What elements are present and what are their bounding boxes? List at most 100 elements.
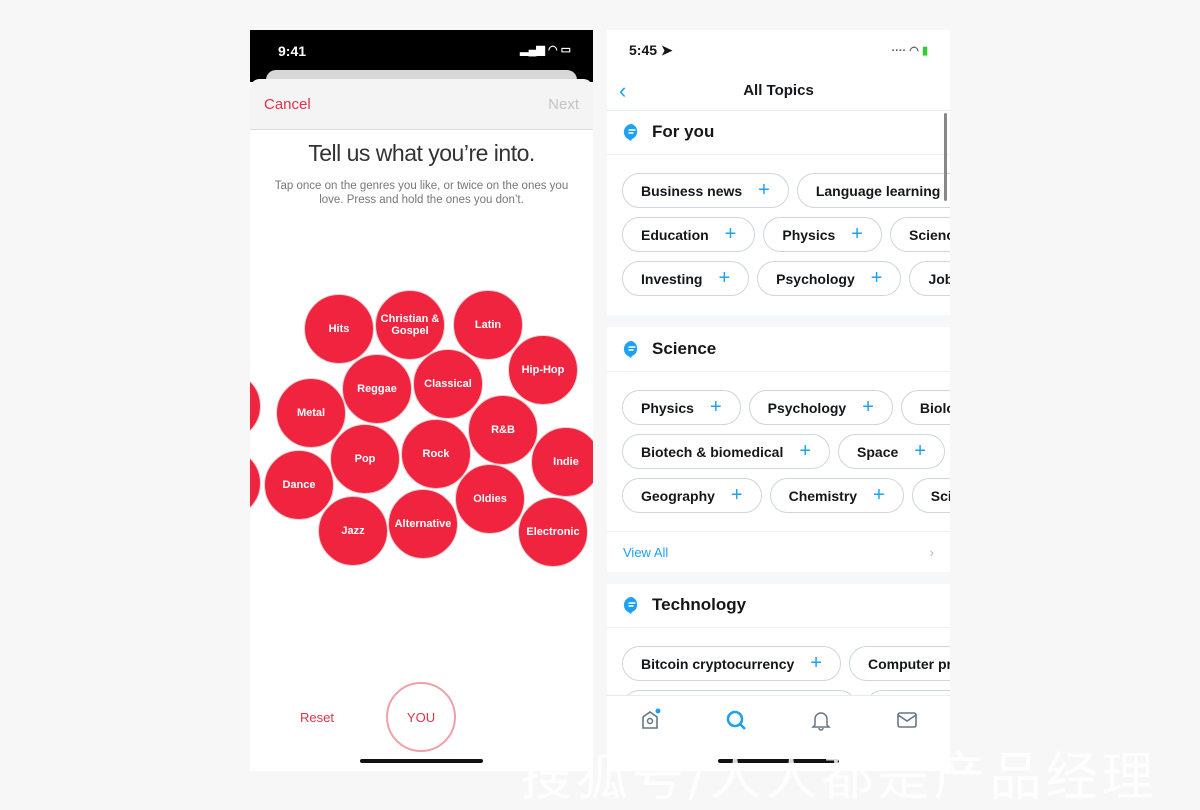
chip-label: Jobs — [928, 270, 950, 287]
topic-chip[interactable]: Physics + — [763, 217, 882, 252]
genre-bubble[interactable]: Hip-Hop — [508, 335, 578, 405]
plus-icon: + — [758, 179, 770, 201]
genre-bubble[interactable]: Reggae — [342, 354, 412, 424]
search-icon[interactable] — [724, 708, 748, 732]
chip-row: Biotech & biomedical + Space + — [622, 434, 945, 469]
chip-label: Physics — [782, 226, 836, 243]
topic-bubble-icon — [623, 340, 638, 358]
genre-bubble[interactable]: Christian & Gospel — [375, 290, 445, 360]
section-header: Technology — [607, 583, 950, 628]
chip-row: Geography + Chemistry + Science+ — [622, 478, 950, 513]
chevron-right-icon: › — [929, 544, 934, 560]
topic-chip[interactable]: Science+ — [911, 478, 950, 513]
topic-chip[interactable]: Computer programming+ — [848, 646, 950, 681]
status-icons: ···· ◠ ▮ — [891, 44, 928, 57]
topic-chip[interactable]: Education + — [622, 217, 756, 252]
section-divider — [607, 315, 950, 327]
topic-section: Technology Bitcoin cryptocurrency + Compute… — [607, 583, 950, 725]
twitter-topics-screen: 5:45 ➤ ···· ◠ ▮ ‹ All Topics For you Busi… — [607, 30, 950, 771]
topic-chip[interactable]: Biotech & biomedical + — [622, 434, 831, 469]
genre-bubble[interactable]: R&B — [468, 395, 538, 465]
page-title: Tell us what you’re into. — [308, 140, 535, 166]
status-time: 9:41 — [278, 43, 307, 59]
chip-row: Bitcoin cryptocurrency + Computer programm… — [622, 646, 950, 681]
topic-section: SciencePhysics+Psychology+Biology+Biotec… — [607, 327, 950, 560]
topic-chip[interactable]: Bitcoin cryptocurrency + — [622, 646, 841, 681]
genre-bubble[interactable]: Pop — [330, 424, 400, 494]
chip-label: Geography — [641, 487, 715, 504]
status-icons: ▂▄▆ ◠ ▭ — [520, 44, 571, 56]
chip-row: Investing + Psychology + Jobs+ — [622, 261, 950, 296]
mail-icon[interactable] — [895, 708, 919, 732]
topic-chip[interactable]: Investing + — [622, 261, 750, 296]
sheet-header: Cancel Next — [250, 79, 593, 130]
nav-title: All Topics — [743, 81, 814, 99]
topic-chip[interactable]: Chemistry + — [769, 478, 904, 513]
topic-chip[interactable]: Psychology + — [748, 390, 893, 425]
chip-label: Computer programming — [867, 655, 950, 672]
chip-label: Chemistry — [788, 487, 858, 504]
plus-icon: + — [851, 223, 863, 245]
cancel-button[interactable]: Cancel — [264, 96, 311, 113]
genre-bubble[interactable]: Alternative — [388, 489, 458, 559]
topic-chip[interactable]: Biology+ — [900, 390, 950, 425]
plus-icon: + — [810, 652, 822, 674]
chip-row: Physics + Psychology + Biology+ — [622, 390, 950, 425]
plus-icon: + — [718, 267, 731, 289]
view-all-link[interactable]: View All › — [607, 531, 950, 572]
watermark: 搜狐号/人人都是产品经理 — [520, 748, 1158, 808]
chip-label: Business news — [641, 182, 743, 199]
plus-icon: + — [724, 223, 737, 245]
topic-bubble-icon — [623, 596, 638, 614]
topic-bubble-icon — [623, 123, 638, 141]
chip-label: Psychology — [767, 399, 847, 416]
chip-label: Biotech & biomedical — [641, 443, 784, 460]
topic-section: For youBusiness news+Language learning+E… — [607, 110, 950, 296]
genre-bubble[interactable]: Dance — [264, 450, 334, 520]
genre-bubble[interactable]: Classical — [413, 349, 483, 419]
view-all-label: View All — [623, 544, 669, 560]
chip-label: Language learning — [815, 182, 941, 199]
back-chevron-icon[interactable]: ‹ — [619, 78, 626, 104]
chip-label: Investing — [641, 270, 703, 287]
chip-label: Space — [857, 443, 899, 460]
section-divider — [607, 572, 950, 584]
topic-chip[interactable]: Language learning+ — [796, 173, 950, 208]
bell-icon[interactable] — [809, 708, 833, 732]
topic-chip[interactable]: Space + — [838, 434, 945, 469]
next-button[interactable]: Next — [548, 96, 579, 113]
section-title: For you — [652, 122, 715, 141]
chip-label: Science — [908, 226, 950, 243]
chip-label: Bitcoin cryptocurrency — [641, 655, 795, 672]
status-bar: 5:45 ➤ ···· ◠ ▮ — [607, 30, 950, 70]
genre-bubble[interactable]: Indie — [531, 427, 593, 497]
topic-chip[interactable]: Geography + — [622, 478, 762, 513]
genre-bubble[interactable]: Hits — [304, 294, 374, 364]
you-button[interactable]: YOU — [386, 682, 456, 752]
topic-chip[interactable]: Business news + — [622, 173, 789, 208]
status-time: 5:45 ➤ — [629, 41, 673, 58]
section-header: Science — [607, 327, 950, 372]
plus-icon: + — [862, 396, 874, 418]
plus-icon: + — [870, 267, 883, 289]
plus-icon: + — [914, 440, 926, 462]
genre-bubble[interactable]: Latin — [453, 290, 523, 360]
scrollbar[interactable] — [944, 113, 947, 201]
chip-row: Business news + Language learning+ — [622, 173, 950, 208]
home-indicator — [360, 759, 483, 763]
topic-chip[interactable]: Science+ — [889, 217, 950, 252]
chip-label: Psychology — [776, 270, 855, 287]
instructions: Tap once on the genres you like, or twic… — [274, 180, 569, 206]
chip-label: Science — [930, 487, 950, 504]
genre-bubble[interactable]: Metal — [276, 378, 346, 448]
chip-label: Physics — [641, 399, 694, 416]
topic-chip[interactable]: Jobs+ — [909, 261, 950, 296]
genre-bubble[interactable]: Oldies — [455, 464, 525, 534]
genre-bubble[interactable]: Jazz — [318, 496, 388, 566]
genre-bubble[interactable]: Electronic — [518, 497, 588, 567]
topic-chip[interactable]: Physics + — [622, 390, 741, 425]
reset-button[interactable]: Reset — [300, 710, 334, 725]
topic-chip[interactable]: Psychology + — [757, 261, 902, 296]
home-icon[interactable] — [638, 708, 662, 732]
section-title: Science — [652, 339, 717, 358]
